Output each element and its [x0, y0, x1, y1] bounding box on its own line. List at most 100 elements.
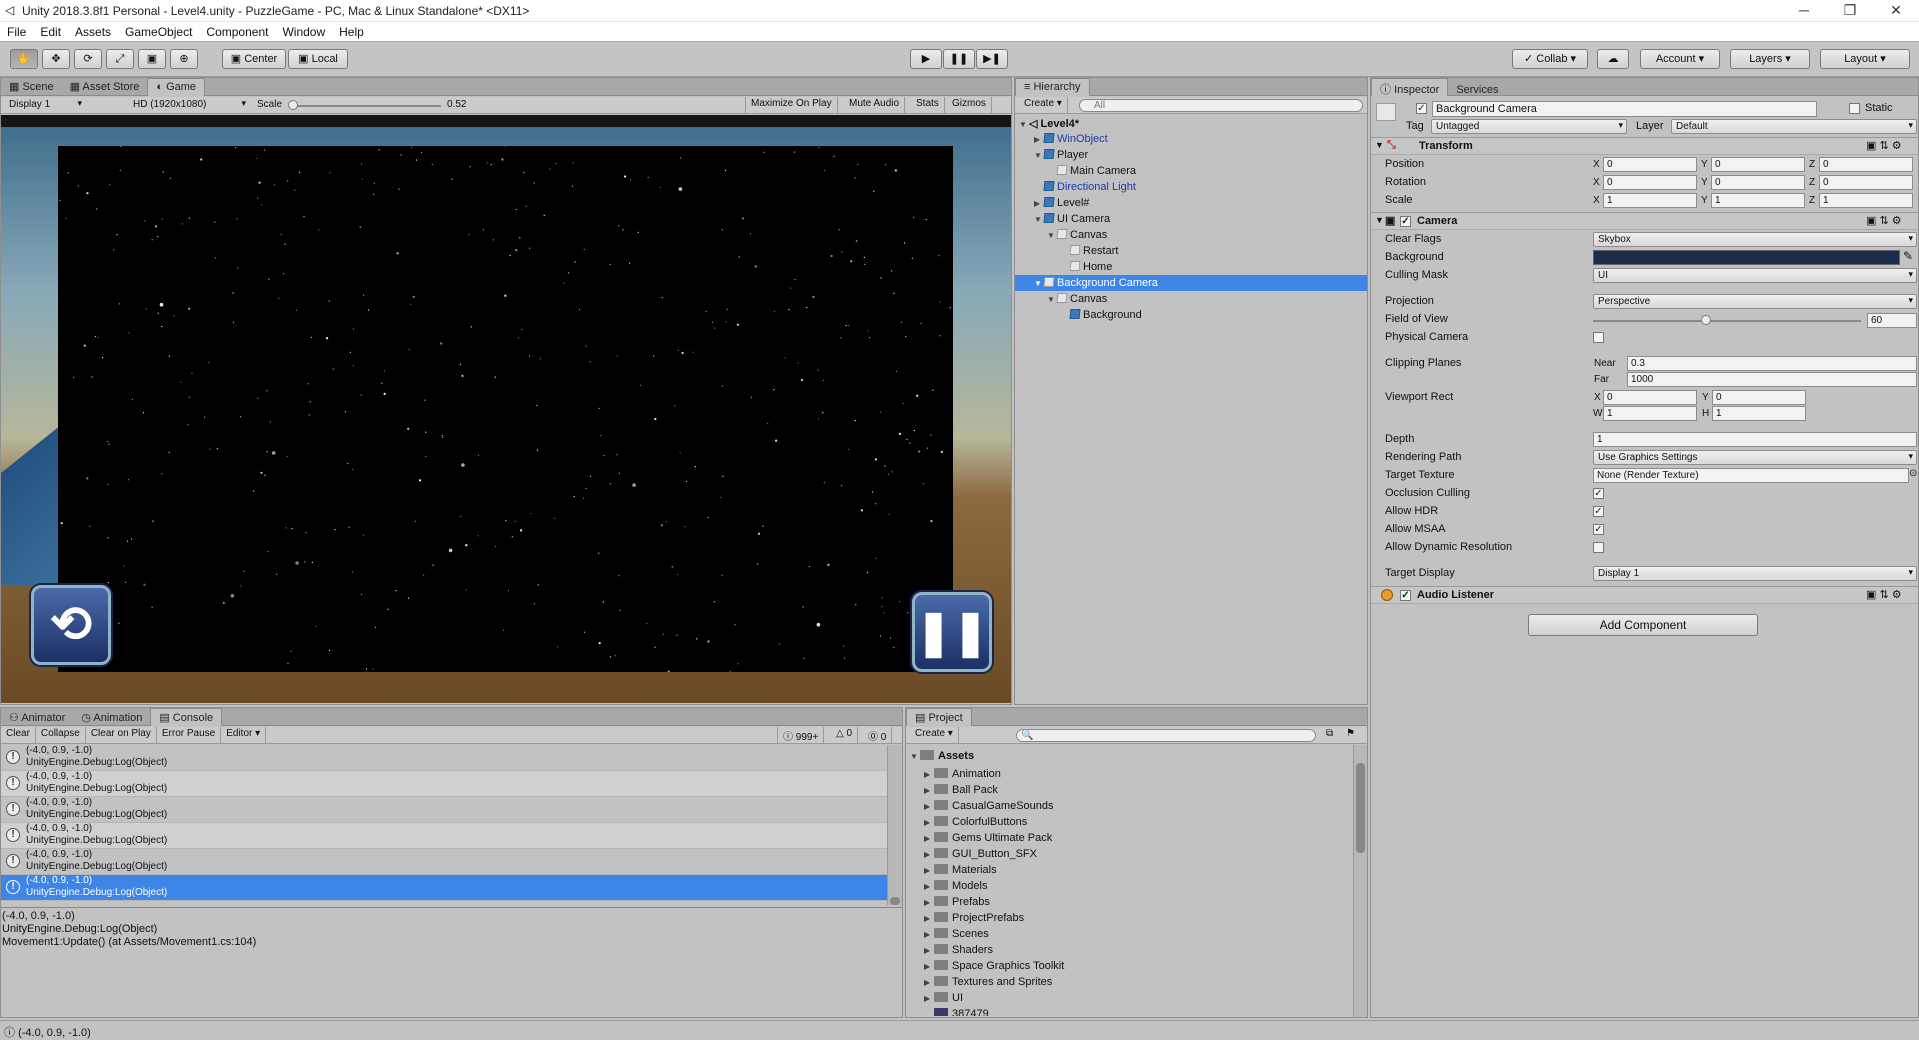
layers-dropdown[interactable]: Layers ▾ [1730, 49, 1810, 69]
transform-scale-z-field[interactable]: 1 [1819, 193, 1913, 208]
fov-slider[interactable] [1593, 320, 1861, 322]
allow-dynamic-resolution-checkbox[interactable] [1593, 542, 1604, 553]
transform-position-x-field[interactable]: 0 [1603, 157, 1697, 172]
project-folder-item[interactable]: ▶ Animation [906, 766, 1351, 782]
hand-tool-icon[interactable]: ✋ [10, 49, 38, 69]
filter-by-type-icon[interactable]: ⧉ [1326, 728, 1333, 739]
expand-arrow-icon[interactable]: ▶ [924, 898, 934, 907]
expand-arrow-icon[interactable]: ▼ [1034, 215, 1044, 224]
scale-slider-handle[interactable] [288, 100, 298, 110]
menu-gameobject[interactable]: GameObject [118, 22, 199, 39]
clear-flags-dropdown[interactable]: Skybox [1593, 232, 1917, 247]
tab-asset-store[interactable]: ▦ Asset Store [62, 78, 148, 96]
fov-slider-handle[interactable] [1700, 315, 1711, 325]
console-scrollbar[interactable] [887, 745, 902, 905]
expand-arrow-icon[interactable]: ▶ [924, 946, 934, 955]
clear-on-play-toggle[interactable]: Clear on Play [86, 727, 157, 743]
project-scrollbar[interactable] [1353, 745, 1367, 1017]
tab-game[interactable]: ◐ Game [147, 78, 206, 96]
project-folder-item[interactable]: ▶ UI [906, 990, 1351, 1006]
mute-audio-toggle[interactable]: Mute Audio [844, 97, 906, 113]
culling-mask-dropdown[interactable]: UI [1593, 268, 1917, 283]
menu-file[interactable]: File [0, 22, 33, 39]
expand-arrow-icon[interactable]: ▶ [924, 930, 934, 939]
project-folder-item[interactable]: ▶ Prefabs [906, 894, 1351, 910]
hierarchy-item[interactable]: ▶ Level# [1015, 195, 1367, 211]
error-pause-toggle[interactable]: Error Pause [157, 727, 222, 743]
project-folder-item[interactable]: ▶ ColorfulButtons [906, 814, 1351, 830]
step-button[interactable]: ▶❚ [976, 49, 1008, 69]
info-count-toggle[interactable]: △ 0 [831, 727, 859, 743]
collab-button[interactable]: ✓ Collab ▾ [1512, 49, 1588, 69]
tab-animator[interactable]: ⚇ Animator [1, 709, 73, 727]
add-component-button[interactable]: Add Component [1528, 614, 1758, 636]
expand-arrow-icon[interactable]: ▶ [1034, 199, 1044, 208]
object-name-field[interactable]: Background Camera [1432, 101, 1817, 117]
minimize-button[interactable]: ─ [1781, 0, 1827, 22]
hierarchy-item[interactable]: Home [1015, 259, 1367, 275]
rotate-tool-icon[interactable]: ⟳ [74, 49, 102, 69]
audio-listener-settings-icon[interactable]: ▣ ⇅ ⚙ [1866, 588, 1902, 601]
hierarchy-item[interactable]: Restart [1015, 243, 1367, 259]
object-picker-icon[interactable]: ⊙ [1909, 468, 1917, 479]
pause-game-button[interactable]: ❚❚ [912, 592, 992, 672]
viewport-x-field[interactable]: 0 [1603, 390, 1697, 405]
hierarchy-item[interactable]: ▼ Canvas [1015, 227, 1367, 243]
viewport-y-field[interactable]: 0 [1712, 390, 1806, 405]
scale-slider[interactable] [293, 105, 441, 107]
tab-project[interactable]: ▤ Project [906, 708, 972, 726]
hierarchy-item[interactable]: ▼ Background Camera [1015, 275, 1367, 291]
transform-rotation-z-field[interactable]: 0 [1819, 175, 1913, 190]
expand-arrow-icon[interactable]: ▶ [924, 914, 934, 923]
tab-scene[interactable]: ▦ Scene [1, 78, 62, 96]
expand-arrow-icon[interactable]: ▶ [924, 866, 934, 875]
camera-settings-icon[interactable]: ▣ ⇅ ⚙ [1866, 214, 1902, 227]
transform-rotation-x-field[interactable]: 0 [1603, 175, 1697, 190]
project-folder-item[interactable]: ▶ GUI_Button_SFX [906, 846, 1351, 862]
tab-animation[interactable]: ◷ Animation [73, 709, 150, 727]
expand-arrow-icon[interactable]: ▶ [924, 882, 934, 891]
pivot-center-button[interactable]: ▣ Center [222, 49, 286, 69]
camera-header[interactable]: ▼ ▣ ✓ Camera ▣ ⇅ ⚙ [1371, 212, 1918, 230]
expand-arrow-icon[interactable]: ▶ [924, 802, 934, 811]
transform-header[interactable]: ▼ ⤡ Transform ▣ ⇅ ⚙ [1371, 137, 1918, 155]
viewport-w-field[interactable]: 1 [1603, 406, 1697, 421]
hierarchy-item[interactable]: ▶ WinObject [1015, 131, 1367, 147]
expand-arrow-icon[interactable]: ▶ [924, 770, 934, 779]
depth-field[interactable]: 1 [1593, 432, 1917, 447]
rendering-path-dropdown[interactable]: Use Graphics Settings [1593, 450, 1917, 465]
stats-toggle[interactable]: Stats [911, 97, 945, 113]
gizmos-dropdown[interactable]: Gizmos [947, 97, 992, 113]
transform-scale-x-field[interactable]: 1 [1603, 193, 1697, 208]
project-folder-item[interactable]: ▶ Materials [906, 862, 1351, 878]
project-folder-item[interactable]: ▶ Scenes [906, 926, 1351, 942]
project-folder-item[interactable]: ▶ Space Graphics Toolkit [906, 958, 1351, 974]
hierarchy-item[interactable]: ▼ UI Camera [1015, 211, 1367, 227]
error-count-toggle[interactable]: ⓪ 0 [863, 727, 893, 743]
background-color-field[interactable] [1593, 250, 1900, 265]
cloud-icon[interactable]: ☁ [1597, 49, 1629, 69]
warning-count-toggle[interactable]: ⓘ 999+ [777, 727, 825, 743]
assets-root[interactable]: ▼ Assets [910, 750, 974, 763]
hierarchy-item[interactable]: ▼ Canvas [1015, 291, 1367, 307]
camera-enabled-checkbox[interactable]: ✓ [1400, 216, 1411, 227]
collapse-toggle[interactable]: Collapse [36, 727, 86, 743]
eyedropper-icon[interactable]: ✎ [1903, 249, 1913, 263]
resolution-dropdown[interactable]: HD (1920x1080) [129, 98, 249, 113]
status-text[interactable]: (-4.0, 0.9, -1.0) [18, 1027, 91, 1039]
transform-scale-y-field[interactable]: 1 [1711, 193, 1805, 208]
console-log-row[interactable]: ! (-4.0, 0.9, -1.0) UnityEngine.Debug:Log(… [1, 875, 887, 901]
move-tool-icon[interactable]: ✥ [42, 49, 70, 69]
console-log-row[interactable]: ! (-4.0, 0.9, -1.0) UnityEngine.Debug:Log(… [1, 745, 887, 771]
layout-dropdown[interactable]: Layout ▾ [1820, 49, 1910, 69]
console-log-row[interactable]: ! (-4.0, 0.9, -1.0) UnityEngine.Debug:Log(… [1, 823, 887, 849]
active-checkbox[interactable]: ✓ [1416, 103, 1427, 114]
menu-window[interactable]: Window [275, 22, 332, 39]
occlusion-culling-checkbox[interactable]: ✓ [1593, 488, 1604, 499]
transform-rotation-y-field[interactable]: 0 [1711, 175, 1805, 190]
static-checkbox[interactable] [1849, 103, 1860, 114]
expand-arrow-icon[interactable]: ▶ [924, 834, 934, 843]
allow-hdr-checkbox[interactable]: ✓ [1593, 506, 1604, 517]
pivot-local-button[interactable]: ▣ Local [288, 49, 348, 69]
tab-inspector[interactable]: ⓘ Inspector [1371, 78, 1449, 96]
